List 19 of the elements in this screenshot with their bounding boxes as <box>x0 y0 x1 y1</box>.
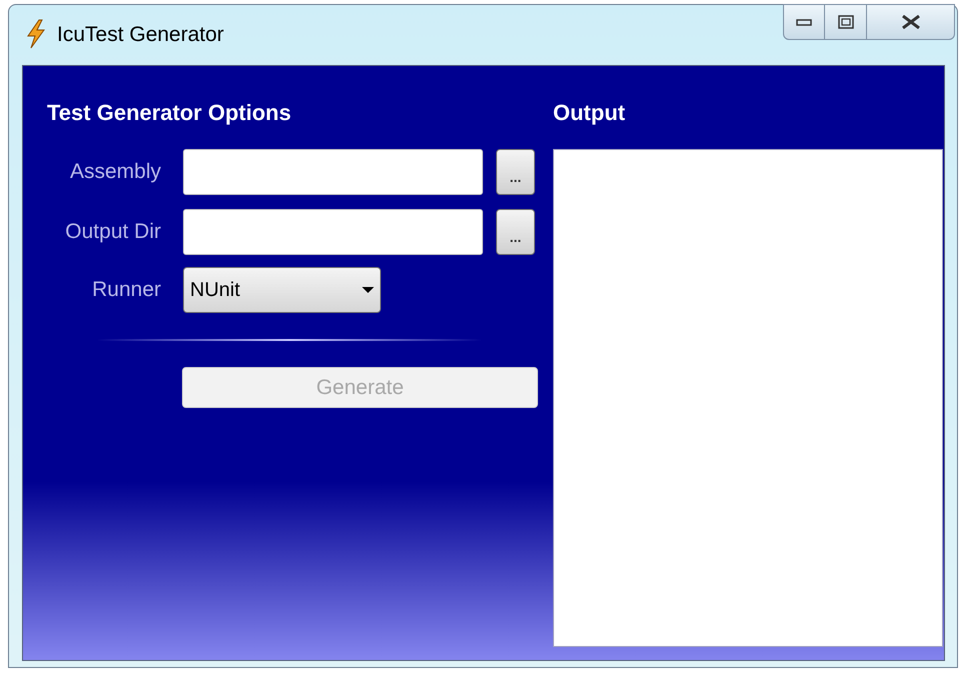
field-label: Assembly <box>68 159 161 186</box>
window-title: IcuTest Generator <box>57 24 224 45</box>
maximize-icon <box>838 15 854 29</box>
field-label: Output Dir <box>64 219 161 246</box>
maximize-button[interactable] <box>825 4 867 40</box>
section-heading: Output <box>553 99 626 127</box>
input-field[interactable] <box>183 149 483 195</box>
runner-dropdown[interactable]: NUnit <box>183 267 381 313</box>
minimize-icon <box>796 18 812 26</box>
section-heading: Test Generator Options <box>47 99 292 127</box>
field-label: Runner <box>91 277 161 304</box>
lightning-icon <box>25 19 47 49</box>
close-icon <box>900 15 922 29</box>
minimize-button[interactable] <box>783 4 825 40</box>
input-field[interactable] <box>183 209 483 255</box>
browse-button[interactable]: ... <box>496 149 535 195</box>
browse-button[interactable]: ... <box>496 209 535 255</box>
caret-icon <box>362 286 374 294</box>
close-button[interactable] <box>867 4 955 40</box>
